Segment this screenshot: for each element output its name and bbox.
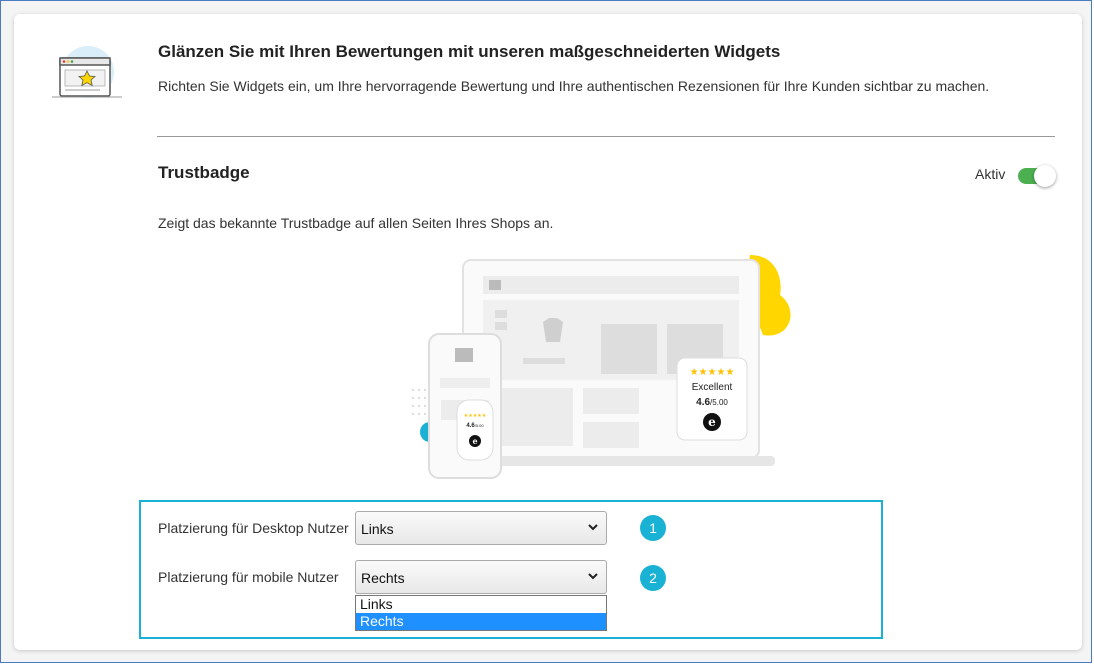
desktop-placement-value: Links bbox=[361, 521, 394, 537]
phone-badge-stars: ★★★★★ bbox=[464, 413, 487, 419]
toggle-knob bbox=[1034, 165, 1056, 187]
chevron-down-icon bbox=[588, 573, 598, 580]
phone-badge-logo: e bbox=[472, 436, 477, 446]
step-badge-2: 2 bbox=[640, 565, 666, 591]
trustbadge-title: Trustbadge bbox=[158, 163, 250, 182]
laptop-badge-stars: ★★★★★ bbox=[690, 367, 735, 378]
step-badge-1: 1 bbox=[640, 515, 666, 541]
active-toggle-label: Aktiv bbox=[975, 166, 1006, 182]
divider bbox=[157, 136, 1055, 137]
trustbadge-illustration: ★★★★★ Excellent 4.6/5.00 e ★★★★★ 4.6/5.0… bbox=[411, 255, 791, 479]
dropdown-option-rechts[interactable]: Rechts bbox=[356, 613, 606, 630]
active-toggle[interactable] bbox=[1018, 165, 1056, 187]
laptop-badge-score: 4.6/5.00 bbox=[696, 397, 728, 408]
trustbadge-description: Zeigt das bekannte Trustbadge auf allen … bbox=[158, 215, 554, 231]
page-subtitle: Richten Sie Widgets ein, um Ihre hervorr… bbox=[158, 78, 990, 94]
mobile-placement-dropdown: Links Rechts bbox=[355, 595, 607, 631]
desktop-placement-select[interactable]: Links bbox=[355, 511, 607, 545]
laptop-badge-label: Excellent bbox=[692, 382, 733, 393]
mobile-placement-value: Rechts bbox=[361, 570, 405, 586]
mobile-placement-label: Platzierung für mobile Nutzer bbox=[158, 569, 339, 585]
desktop-placement-label: Platzierung für Desktop Nutzer bbox=[158, 520, 349, 536]
dropdown-option-links[interactable]: Links bbox=[356, 596, 606, 613]
browser-star-icon bbox=[52, 46, 122, 98]
page-title: Glänzen Sie mit Ihren Bewertungen mit un… bbox=[158, 42, 781, 61]
laptop-badge-logo: e bbox=[708, 415, 716, 429]
chevron-down-icon bbox=[588, 524, 598, 531]
mobile-placement-select[interactable]: Rechts bbox=[355, 560, 607, 594]
